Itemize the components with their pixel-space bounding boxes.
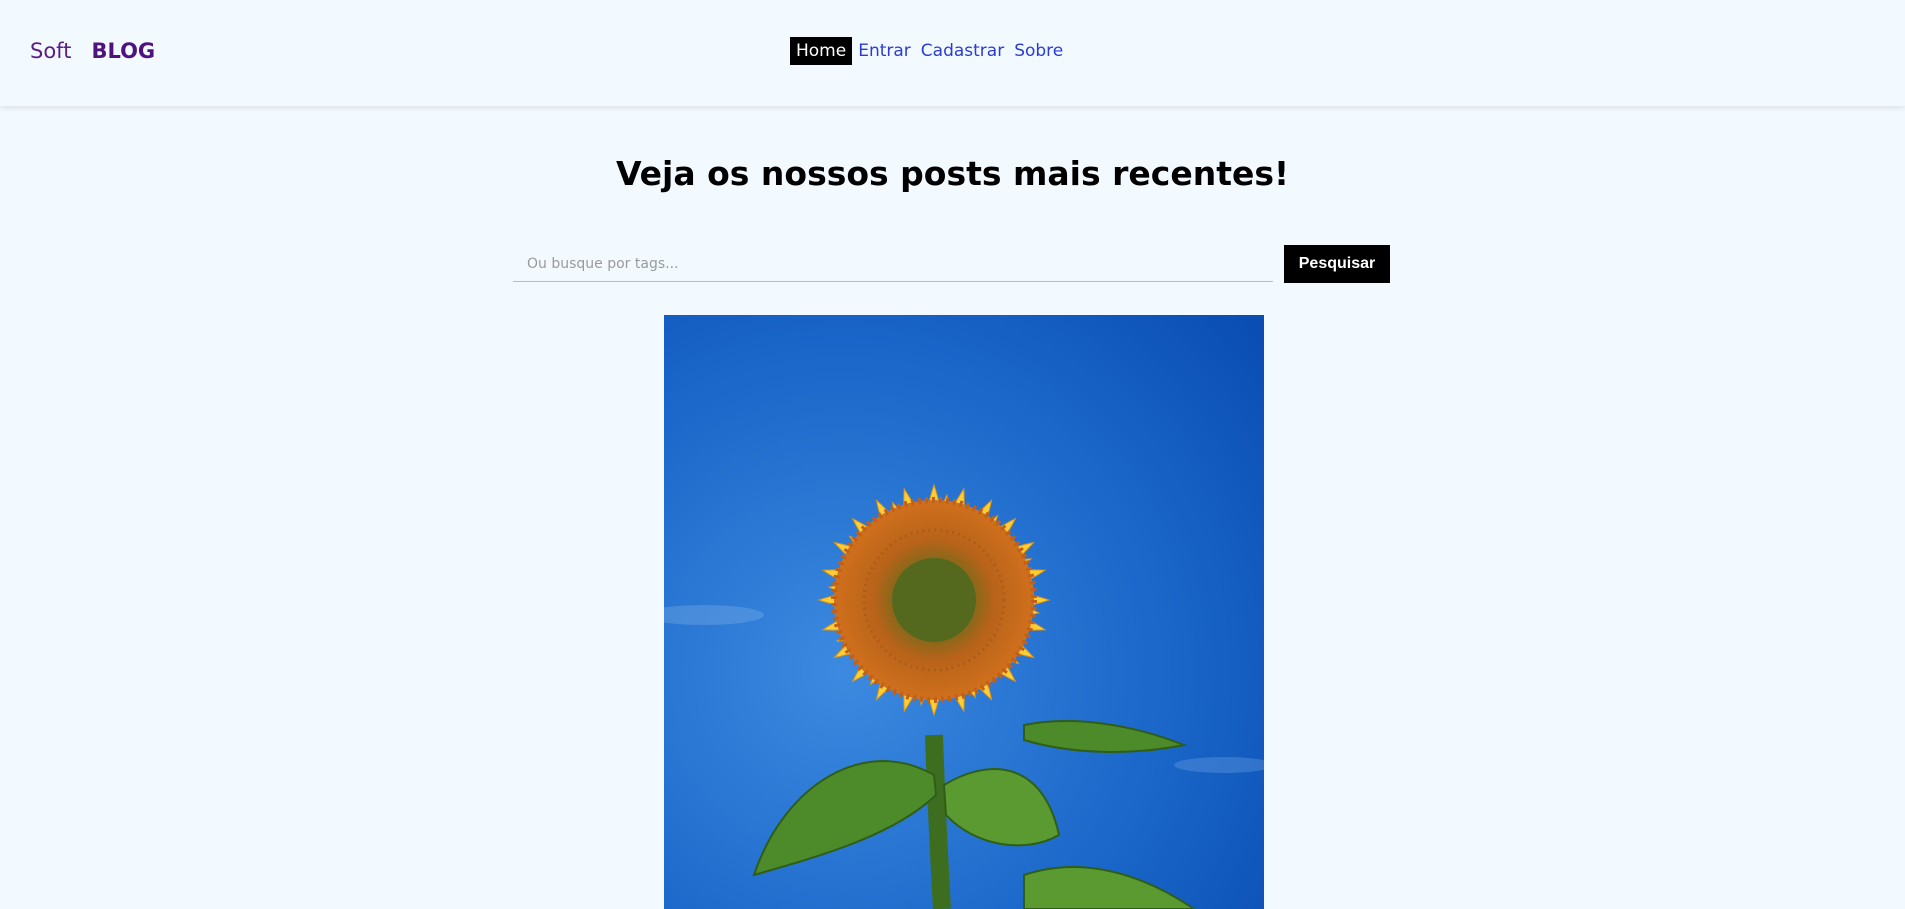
brand-logo[interactable]: Soft BLOG xyxy=(30,36,155,66)
tag-search-input[interactable] xyxy=(513,246,1273,282)
nav-link-sobre[interactable]: Sobre xyxy=(1014,37,1063,65)
page-title: Veja os nossos posts mais recentes! xyxy=(615,154,1290,193)
nav-link-cadastrar[interactable]: Cadastrar xyxy=(921,37,1004,65)
nav-link-entrar[interactable]: Entrar xyxy=(858,37,911,65)
sunflower-illustration xyxy=(664,315,1264,909)
post-image[interactable] xyxy=(664,315,1264,909)
navbar: Soft BLOG Home Entrar Cadastrar Sobre xyxy=(0,0,1905,106)
main-nav: Home Entrar Cadastrar Sobre xyxy=(790,36,1073,66)
brand-text-bold: BLOG xyxy=(91,39,156,63)
brand-text-light: Soft xyxy=(30,39,72,63)
nav-link-home[interactable]: Home xyxy=(790,37,853,65)
search-button[interactable]: Pesquisar xyxy=(1284,245,1390,283)
